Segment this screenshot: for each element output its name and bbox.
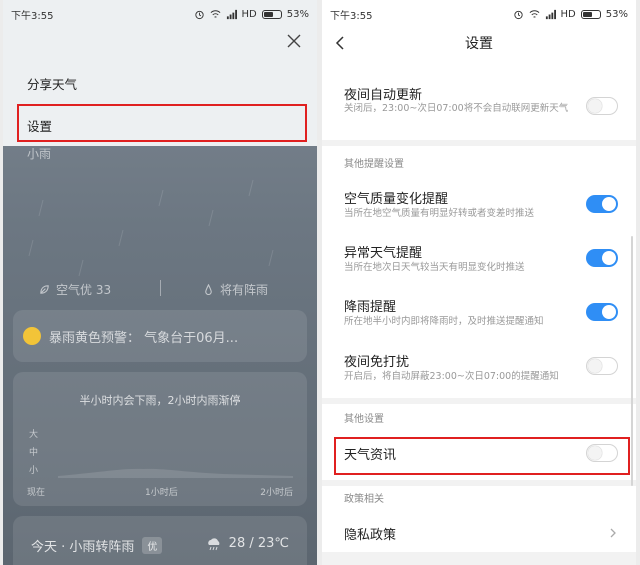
close-icon[interactable] [285, 32, 303, 50]
axis-label: 1小时后 [145, 488, 178, 498]
weather-description: 小雨 [27, 147, 52, 161]
raindrop-icon [205, 284, 212, 295]
cloud-rain-icon [207, 537, 220, 550]
bottom-strip [322, 552, 636, 565]
scrollbar[interactable] [631, 236, 633, 486]
divider [160, 280, 161, 296]
row-subtitle: 当所在地次日天气较当天有明显变化时推送 [344, 262, 525, 273]
rain-reminder-row[interactable]: 降雨提醒 所在地半小时内即将降雨时，及时推送提醒通知 [322, 286, 636, 340]
row-title: 异常天气提醒 [344, 246, 423, 261]
today-summary: 今天 · 小雨转阵雨 [31, 540, 135, 555]
alarm-icon [194, 10, 204, 19]
battery-icon [580, 9, 601, 19]
status-bar: 下午3:55 HD 53% [322, 0, 636, 28]
section-header: 其他提醒设置 [344, 159, 404, 170]
abnormal-weather-row[interactable]: 异常天气提醒 当所在地次日天气较当天有明显变化时推送 [322, 232, 636, 286]
row-subtitle: 开启后，将自动屏蔽23:00~次日07:00的提醒通知 [344, 371, 559, 382]
row-title: 空气质量变化提醒 [344, 192, 449, 207]
row-subtitle: 所在地半小时内即将降雨时，及时推送提醒通知 [344, 316, 544, 327]
page-title: 设置 [465, 36, 493, 52]
row-subtitle: 关闭后，23:00~次日07:00将不会自动联网更新天气 [344, 103, 569, 114]
auto-update-row[interactable]: 夜间自动更新 关闭后，23:00~次日07:00将不会自动联网更新天气 [322, 70, 636, 140]
network-type: HD [560, 8, 576, 20]
back-arrow-icon[interactable] [332, 34, 350, 52]
signal-icon [545, 9, 556, 19]
rain-reminder-toggle[interactable] [586, 303, 618, 321]
auto-update-toggle[interactable] [586, 97, 618, 115]
battery-level: 53% [286, 8, 309, 20]
share-weather-item[interactable]: 分享天气 [27, 74, 77, 93]
status-bar: 下午3:55 HD 53% [3, 0, 317, 28]
weather-app-screen: 小雨 空气优 33 将有阵雨 暴雨黄色预警： 气象台于06月... 半小时内会下… [3, 0, 317, 565]
battery-level: 53% [605, 8, 628, 20]
section-divider [322, 140, 636, 146]
temp-group: 28 / 23℃ [205, 536, 289, 551]
row-subtitle: 当所在地空气质量有明显好转或者变差时推送 [344, 208, 535, 219]
network-type: HD [241, 8, 257, 20]
today-forecast-card[interactable]: 今天 · 小雨转阵雨 优 28 / 23℃ [13, 516, 307, 565]
air-quality-text: 空气优 33 [56, 283, 112, 297]
air-quality-summary[interactable]: 空气优 33 [39, 281, 111, 298]
highlight-box [334, 437, 630, 475]
section-header: 其他设置 [344, 414, 384, 425]
status-time: 下午3:55 [330, 10, 373, 22]
do-not-disturb-row[interactable]: 夜间免打扰 开启后，将自动屏蔽23:00~次日07:00的提醒通知 [322, 340, 636, 396]
row-title: 隐私政策 [344, 528, 397, 543]
rain-forecast-card[interactable]: 半小时内会下雨，2小时内雨渐停 大 中 小 现在 1小时后 2小时后 [13, 372, 307, 506]
air-quality-reminder-row[interactable]: 空气质量变化提醒 当所在地空气质量有明显好转或者变差时推送 [322, 176, 636, 232]
nav-bar: 设置 [322, 28, 636, 58]
row-title: 夜间免打扰 [344, 355, 410, 370]
chevron-right-icon [610, 528, 616, 538]
battery-icon [261, 9, 282, 19]
do-not-disturb-toggle[interactable] [586, 357, 618, 375]
temperature-range: 28 / 23℃ [228, 536, 289, 551]
section-divider [322, 398, 636, 404]
section-divider [322, 480, 636, 486]
abnormal-weather-toggle[interactable] [586, 249, 618, 267]
status-time: 下午3:55 [11, 10, 54, 22]
rain-notice[interactable]: 将有阵雨 [203, 281, 268, 298]
air-quality-badge: 优 [142, 537, 163, 554]
highlight-box [17, 104, 307, 142]
axis-label: 现在 [27, 488, 46, 498]
privacy-policy-row[interactable]: 隐私政策 [322, 512, 636, 552]
row-title: 降雨提醒 [344, 300, 397, 315]
settings-screen: 下午3:55 HD 53% 设置 夜间自动更新 关闭后，23:00~次日07:0… [322, 0, 636, 565]
row-title: 夜间自动更新 [344, 88, 423, 103]
leaf-icon [40, 285, 49, 294]
axis-label: 2小时后 [260, 488, 293, 498]
rain-notice-text: 将有阵雨 [220, 283, 269, 297]
section-header: 政策相关 [344, 494, 384, 505]
rainstorm-warning-icon [23, 327, 41, 345]
signal-icon [226, 9, 237, 19]
air-quality-toggle[interactable] [586, 195, 618, 213]
weather-warning-card[interactable]: 暴雨黄色预警： 气象台于06月... [13, 310, 307, 362]
wifi-icon [210, 9, 220, 18]
warning-text: 暴雨黄色预警： 气象台于06月... [49, 330, 239, 346]
wifi-icon [529, 9, 539, 18]
alarm-icon [513, 10, 523, 19]
